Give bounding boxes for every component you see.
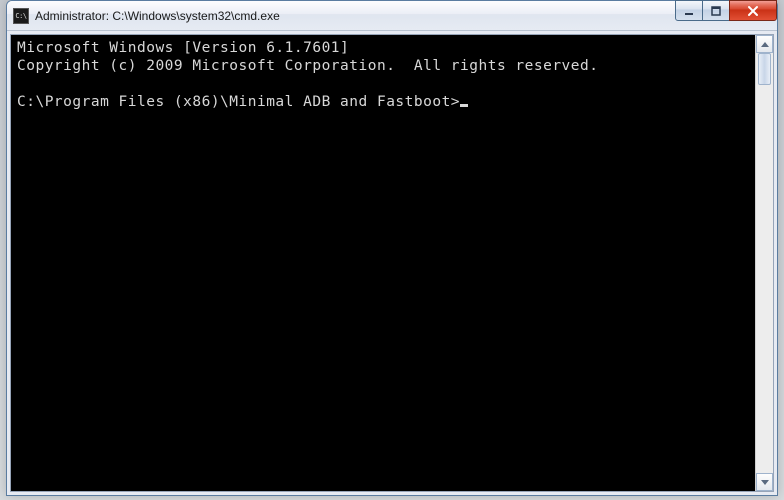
scroll-up-button[interactable] [756, 35, 773, 53]
close-icon [747, 5, 759, 17]
chevron-down-icon [761, 480, 769, 485]
cursor [460, 104, 468, 107]
terminal-container: Microsoft Windows [Version 6.1.7601] Cop… [10, 34, 774, 492]
close-button[interactable] [729, 0, 777, 21]
scroll-track[interactable] [756, 53, 773, 473]
scroll-down-button[interactable] [756, 473, 773, 491]
window-controls [676, 0, 777, 21]
minimize-button[interactable] [675, 0, 703, 21]
titlebar[interactable]: C:\ Administrator: C:\Windows\system32\c… [7, 1, 777, 31]
window-title: Administrator: C:\Windows\system32\cmd.e… [35, 9, 280, 23]
terminal-line: Microsoft Windows [Version 6.1.7601] [17, 40, 349, 56]
maximize-icon [711, 6, 721, 16]
app-icon: C:\ [13, 8, 29, 24]
vertical-scrollbar[interactable] [755, 35, 773, 491]
maximize-button[interactable] [702, 0, 730, 21]
terminal-prompt: C:\Program Files (x86)\Minimal ADB and F… [17, 94, 460, 110]
cmd-window: C:\ Administrator: C:\Windows\system32\c… [6, 0, 778, 496]
terminal-line: Copyright (c) 2009 Microsoft Corporation… [17, 58, 598, 74]
scroll-thumb[interactable] [758, 53, 771, 85]
chevron-up-icon [761, 42, 769, 47]
client-area: Microsoft Windows [Version 6.1.7601] Cop… [7, 31, 777, 495]
minimize-icon [684, 6, 694, 16]
terminal-output[interactable]: Microsoft Windows [Version 6.1.7601] Cop… [11, 35, 755, 491]
